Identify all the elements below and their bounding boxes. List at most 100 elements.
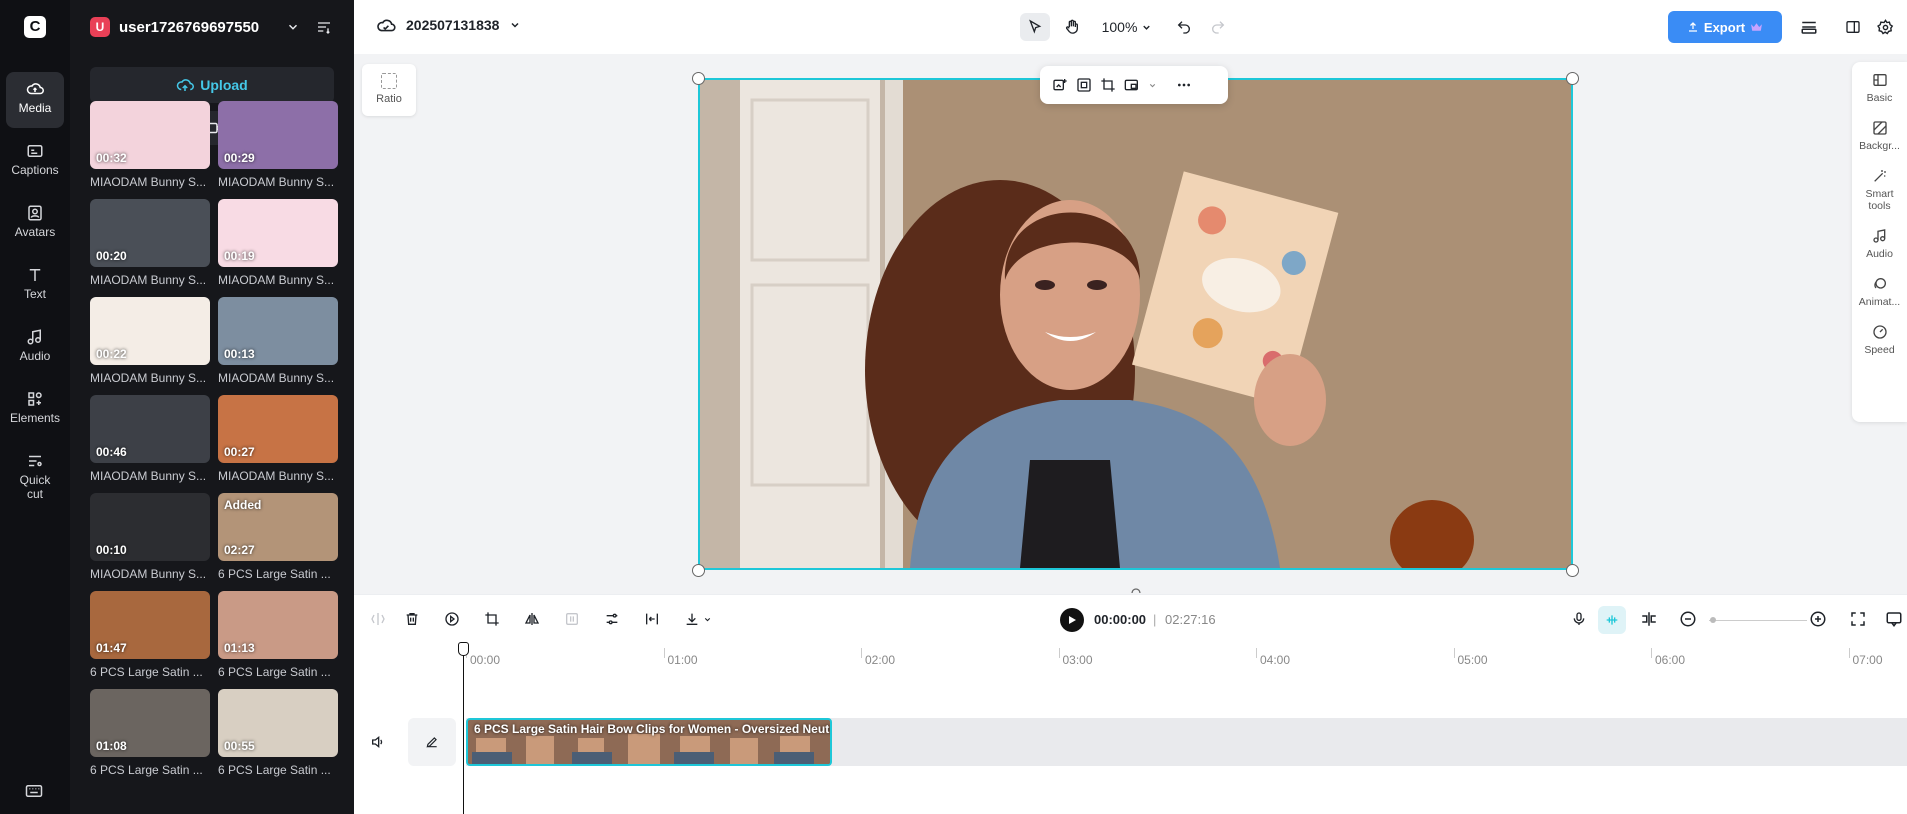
prop-basic[interactable]: Basic: [1852, 72, 1907, 104]
media-card[interactable]: 00:27 MIAODAM Bunny S...: [218, 395, 338, 483]
select-tool-button[interactable]: [1020, 13, 1050, 41]
play-button[interactable]: [1060, 608, 1084, 632]
adjust-icon[interactable]: [604, 610, 620, 628]
zoom-in-icon[interactable]: [1809, 610, 1827, 628]
volume-icon[interactable]: [370, 734, 386, 750]
prop-smart-tools[interactable]: Smart tools: [1852, 168, 1907, 212]
undo-button[interactable]: [1170, 13, 1198, 41]
upload-button[interactable]: Upload: [90, 67, 334, 103]
timeline[interactable]: 00:00 01:00 02:00 03:00 04:00 05:00 06:00 07:00…: [354, 642, 1907, 814]
layers-icon: [1801, 21, 1817, 34]
rotate-handle[interactable]: [1130, 582, 1142, 594]
rail-label: Elements: [9, 411, 61, 425]
redo-button[interactable]: [1204, 13, 1232, 41]
resize-handle-top-left[interactable]: [692, 72, 705, 85]
rail-item-avatars[interactable]: Avatars: [6, 196, 64, 252]
prop-animation[interactable]: Animat...: [1852, 276, 1907, 308]
media-card[interactable]: 00:32 MIAODAM Bunny S...: [90, 101, 210, 189]
media-card[interactable]: 00:22 MIAODAM Bunny S...: [90, 297, 210, 385]
download-menu[interactable]: [684, 610, 712, 628]
media-card[interactable]: 00:46 MIAODAM Bunny S...: [90, 395, 210, 483]
snap-toggle[interactable]: [1598, 606, 1626, 634]
prop-audio[interactable]: Audio: [1852, 228, 1907, 260]
media-card[interactable]: Added 02:27 6 PCS Large Satin ...: [218, 493, 338, 581]
media-card[interactable]: 01:47 6 PCS Large Satin ...: [90, 591, 210, 679]
more-icon[interactable]: [1175, 77, 1193, 93]
project-menu[interactable]: 202507131838: [376, 17, 521, 33]
replace-media-icon[interactable]: [1052, 77, 1068, 93]
settings-button[interactable]: [1872, 13, 1898, 41]
video-preview[interactable]: [698, 78, 1573, 570]
chevron-down-icon[interactable]: [1148, 81, 1157, 90]
resize-handle-bottom-right[interactable]: [1566, 564, 1579, 577]
ratio-label: Ratio: [376, 93, 402, 105]
prop-speed[interactable]: Speed: [1852, 324, 1907, 356]
ruler-tick: [1453, 648, 1455, 658]
rail-item-text[interactable]: Text: [6, 258, 64, 314]
flip-icon[interactable]: [524, 610, 540, 628]
prop-background[interactable]: Backgr...: [1852, 120, 1907, 152]
comment-icon[interactable]: [1885, 610, 1903, 628]
microphone-icon[interactable]: [1571, 610, 1587, 628]
media-card[interactable]: 01:08 6 PCS Large Satin ...: [90, 689, 210, 777]
prop-label: Smart tools: [1865, 188, 1894, 212]
panel-layout-button[interactable]: [1840, 13, 1866, 41]
freeze-icon[interactable]: [564, 610, 580, 628]
picture-in-picture-icon[interactable]: [1124, 77, 1140, 93]
resize-handle-bottom-left[interactable]: [692, 564, 705, 577]
media-duration: 00:19: [224, 249, 255, 263]
rail-item-audio[interactable]: Audio: [6, 320, 64, 376]
zoom-value: 100%: [1101, 19, 1138, 35]
chevron-down-icon[interactable]: [286, 20, 300, 34]
keyboard-shortcuts-button[interactable]: [25, 784, 43, 803]
media-card[interactable]: 00:13 MIAODAM Bunny S...: [218, 297, 338, 385]
split-icon[interactable]: [370, 610, 386, 628]
smart-crop-icon[interactable]: [1076, 77, 1092, 93]
total-time: 02:27:16: [1165, 612, 1216, 627]
zoom-out-icon[interactable]: [1679, 610, 1697, 628]
rail-item-media[interactable]: Media: [6, 72, 64, 128]
video-clip[interactable]: 6 PCS Large Satin Hair Bow Clips for Wom…: [466, 718, 832, 766]
delete-icon[interactable]: [404, 610, 420, 628]
account-switcher[interactable]: U user1726769697550: [90, 17, 275, 37]
ruler-tick: [1651, 648, 1652, 658]
media-card[interactable]: 00:10 MIAODAM Bunny S...: [90, 493, 210, 581]
fit-timeline-icon[interactable]: [1849, 610, 1867, 628]
media-thumbnail: 00:29: [218, 101, 338, 169]
media-duration: 00:27: [224, 445, 255, 459]
ruler-label: 05:00: [1457, 653, 1488, 667]
media-card[interactable]: 01:13 6 PCS Large Satin ...: [218, 591, 338, 679]
prop-label: Audio: [1866, 248, 1893, 260]
export-button[interactable]: Export: [1668, 11, 1782, 43]
media-card[interactable]: 00:29 MIAODAM Bunny S...: [218, 101, 338, 189]
playhead-handle[interactable]: [458, 642, 469, 656]
playhead[interactable]: [463, 644, 464, 814]
media-card[interactable]: 00:20 MIAODAM Bunny S...: [90, 199, 210, 287]
replay-icon[interactable]: [444, 610, 460, 628]
fit-icon[interactable]: [644, 610, 660, 628]
crop-icon[interactable]: [484, 610, 500, 628]
cloud-save-icon: [377, 19, 396, 32]
crop-icon[interactable]: [1100, 77, 1116, 93]
split-view-icon[interactable]: [1640, 610, 1658, 628]
hand-tool-button[interactable]: [1058, 13, 1086, 41]
app-logo[interactable]: C: [24, 16, 46, 38]
rail-item-captions[interactable]: Captions: [6, 134, 64, 190]
track-edit-button[interactable]: [408, 718, 456, 766]
zoom-slider[interactable]: [1709, 620, 1807, 621]
chevron-down-icon: [1143, 25, 1151, 30]
chevron-down-icon: [511, 22, 519, 28]
media-thumbnail: 00:22: [90, 297, 210, 365]
layers-button[interactable]: [1796, 13, 1822, 41]
media-card[interactable]: 00:19 MIAODAM Bunny S...: [218, 199, 338, 287]
upload-icon: [1688, 22, 1697, 32]
zoom-select[interactable]: 100%: [1098, 13, 1156, 41]
rail-item-elements[interactable]: Elements: [6, 382, 64, 438]
sort-icon[interactable]: [316, 19, 332, 35]
ratio-button[interactable]: Ratio: [362, 64, 416, 116]
zoom-slider-knob[interactable]: [1710, 617, 1716, 623]
hand-icon: [1065, 19, 1079, 34]
media-card[interactable]: 00:55 6 PCS Large Satin ...: [218, 689, 338, 777]
rail-item-quick-cut[interactable]: Quick cut: [6, 444, 64, 510]
resize-handle-top-right[interactable]: [1566, 72, 1579, 85]
